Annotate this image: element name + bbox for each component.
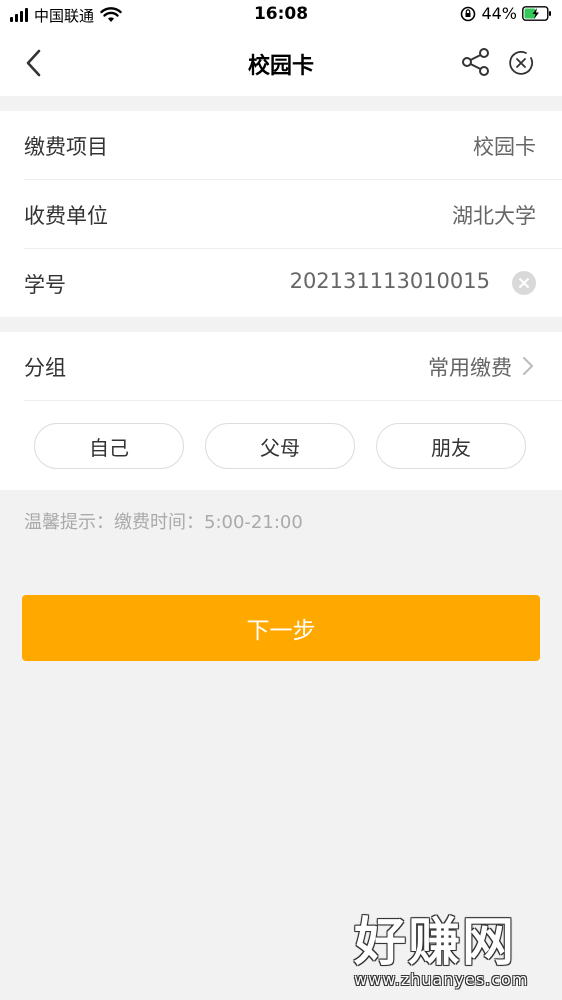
status-right: 44% [460, 4, 552, 23]
student-id-label: 学号 [24, 273, 66, 297]
group-section: 分组 常用缴费 自己 父母 朋友 [0, 332, 562, 490]
payment-item-value: 校园卡 [473, 135, 536, 159]
row-payee: 收费单位 湖北大学 [24, 180, 562, 249]
chip-parents[interactable]: 父母 [205, 423, 355, 469]
watermark-url: www.zhuanyes.com [354, 970, 529, 989]
row-payment-item: 缴费项目 校园卡 [24, 111, 562, 180]
chevron-right-icon [523, 357, 533, 375]
row-group[interactable]: 分组 常用缴费 [24, 332, 562, 401]
payment-time-tip: 温馨提示：缴费时间：5:00-21:00 [24, 512, 303, 533]
next-step-button[interactable]: 下一步 [22, 595, 540, 661]
payment-form: 缴费项目 校园卡 收费单位 湖北大学 学号 202131113010015 [0, 111, 562, 317]
row-student-id: 学号 202131113010015 [24, 249, 562, 317]
watermark-main: 好赚网 [354, 913, 517, 973]
section-gap [0, 96, 562, 111]
payee-label: 收费单位 [24, 204, 108, 228]
group-value[interactable]: 常用缴费 [428, 352, 512, 382]
watermark: 好赚网 www.zhuanyes.com [354, 914, 554, 994]
payment-item-label: 缴费项目 [24, 135, 108, 159]
close-icon[interactable] [507, 49, 535, 77]
payee-value: 湖北大学 [452, 204, 536, 228]
battery-charging-icon [522, 6, 551, 21]
group-chips: 自己 父母 朋友 [0, 401, 562, 491]
nav-bar: 校园卡 [0, 30, 562, 96]
share-icon[interactable] [460, 46, 492, 78]
chip-friends[interactable]: 朋友 [376, 423, 526, 469]
rotation-lock-icon [461, 6, 476, 21]
group-label: 分组 [24, 356, 66, 380]
status-bar: 中国联通 16:08 44% [0, 0, 562, 30]
section-gap [0, 317, 562, 332]
chip-self[interactable]: 自己 [34, 423, 184, 469]
student-id-input[interactable]: 202131113010015 [290, 269, 490, 293]
battery-percent: 44% [481, 4, 517, 23]
clear-icon[interactable] [512, 271, 536, 295]
